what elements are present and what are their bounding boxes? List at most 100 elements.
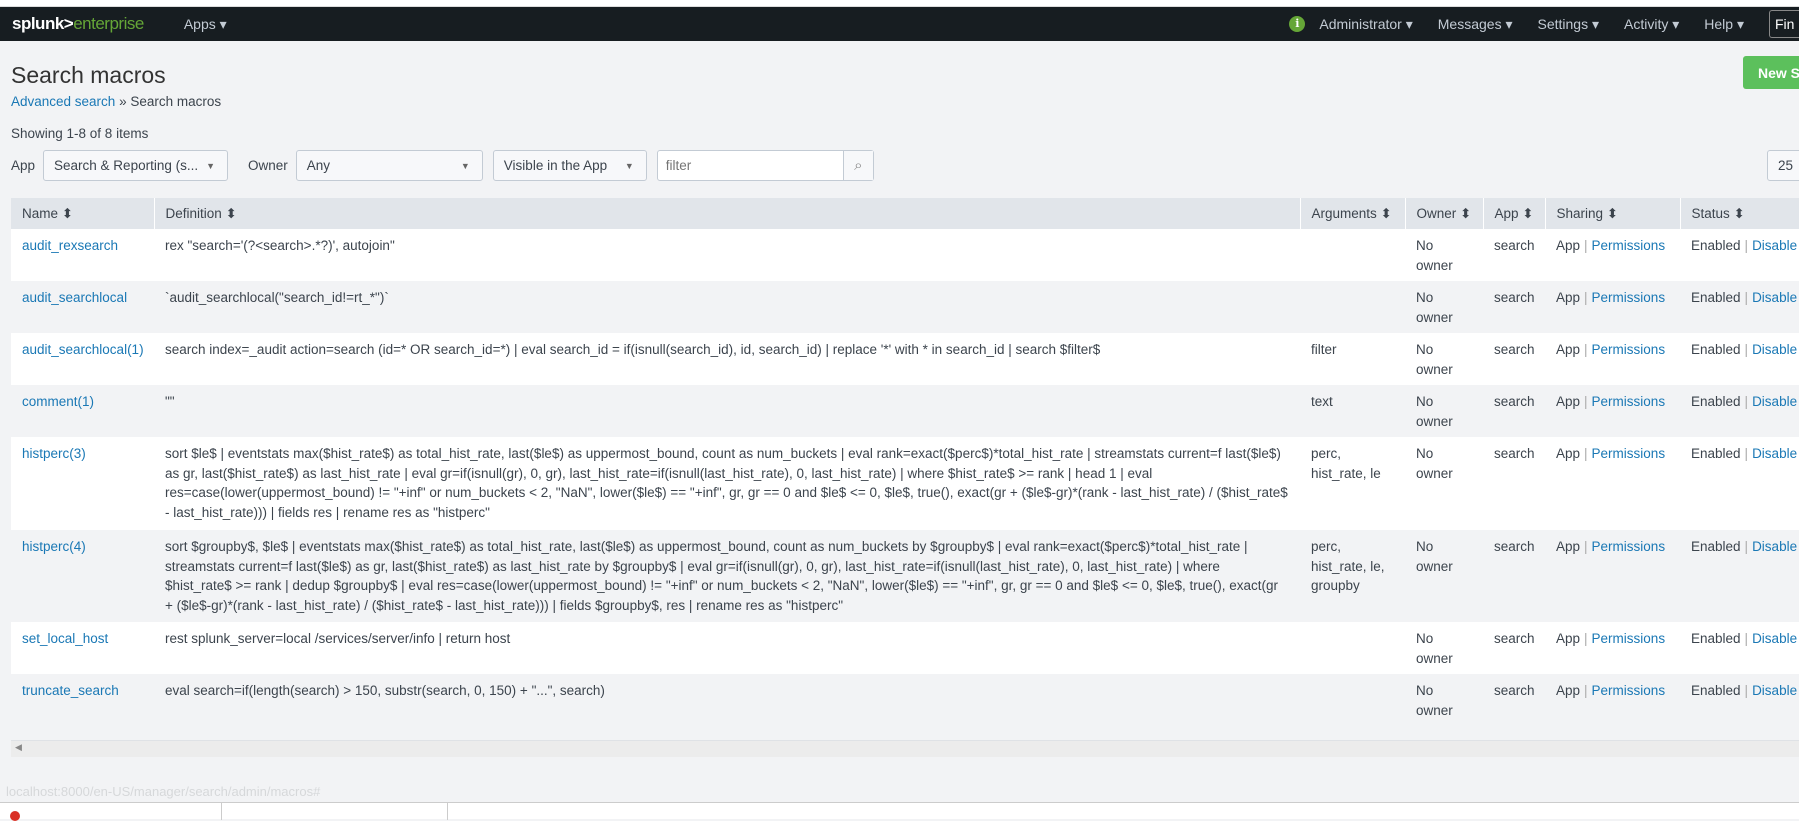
macro-owner: No owner bbox=[1405, 333, 1483, 385]
sharing-value: App bbox=[1556, 446, 1581, 461]
chevron-down-icon: ▼ bbox=[624, 160, 634, 171]
table-row: histperc(4) sort $groupby$, $le$ | events… bbox=[11, 530, 1799, 622]
settings-menu[interactable]: Settings ▾ bbox=[1538, 16, 1600, 33]
divider: | bbox=[1744, 394, 1749, 409]
macro-definition: `audit_searchlocal("search_id!=rt_*")` bbox=[154, 281, 1300, 333]
apps-menu[interactable]: Apps ▾ bbox=[184, 16, 227, 33]
permissions-link[interactable]: Permissions bbox=[1592, 342, 1666, 357]
macro-name-link[interactable]: histperc(3) bbox=[22, 446, 86, 461]
macro-name-link[interactable]: audit_rexsearch bbox=[22, 238, 118, 253]
macro-name-link[interactable]: set_local_host bbox=[22, 631, 108, 646]
macro-arguments: filter bbox=[1300, 333, 1405, 385]
disable-link[interactable]: Disable bbox=[1752, 683, 1797, 698]
help-menu[interactable]: Help ▾ bbox=[1704, 16, 1744, 33]
status-value: Enabled bbox=[1691, 683, 1741, 698]
divider: | bbox=[1584, 446, 1588, 461]
horizontal-scrollbar[interactable]: ◀ bbox=[11, 740, 1799, 757]
scroll-left-icon[interactable]: ◀ bbox=[15, 742, 22, 753]
disable-link[interactable]: Disable bbox=[1752, 446, 1797, 461]
macro-owner: No owner bbox=[1405, 385, 1483, 437]
page-title: Search macros bbox=[11, 62, 166, 88]
taskbar-item[interactable] bbox=[222, 803, 448, 820]
splunk-logo[interactable]: splunk>enterprise bbox=[12, 14, 144, 34]
visibility-select[interactable]: Visible in the App ▼ bbox=[492, 150, 647, 181]
macro-definition: eval search=if(length(search) > 150, sub… bbox=[154, 674, 1300, 726]
column-header-definition[interactable]: Definition ⬍ bbox=[154, 198, 1301, 229]
taskbar-item[interactable] bbox=[0, 803, 222, 821]
new-search-macro-button[interactable]: New Search Macro bbox=[1743, 56, 1799, 89]
filter-input[interactable] bbox=[657, 151, 843, 180]
macro-owner: No owner bbox=[1405, 281, 1483, 333]
divider: | bbox=[1744, 238, 1749, 253]
column-header-arguments[interactable]: Arguments ⬍ bbox=[1300, 198, 1406, 229]
breadcrumb-current: Search macros bbox=[130, 94, 222, 109]
status-value: Enabled bbox=[1691, 394, 1741, 409]
disable-link[interactable]: Disable bbox=[1752, 290, 1797, 305]
disable-link[interactable]: Disable bbox=[1752, 342, 1797, 357]
macro-owner: No owner bbox=[1405, 530, 1483, 622]
column-header-owner[interactable]: Owner ⬍ bbox=[1405, 198, 1484, 229]
permissions-link[interactable]: Permissions bbox=[1592, 238, 1666, 253]
administrator-menu[interactable]: Administrator ▾ bbox=[1319, 16, 1412, 33]
messages-menu[interactable]: Messages ▾ bbox=[1438, 16, 1513, 33]
macro-name-link[interactable]: truncate_search bbox=[22, 683, 119, 698]
macros-table: Name ⬍ Definition ⬍ Arguments ⬍ Owner ⬍ … bbox=[11, 198, 1799, 726]
macro-definition: search index=_audit action=search (id=* … bbox=[154, 333, 1300, 385]
permissions-link[interactable]: Permissions bbox=[1592, 631, 1666, 646]
macro-app: search bbox=[1483, 385, 1545, 437]
table-row: truncate_search eval search=if(length(sea… bbox=[11, 674, 1799, 726]
breadcrumb-advanced-search[interactable]: Advanced search bbox=[11, 94, 115, 109]
breadcrumb: Advanced search » Search macros bbox=[11, 94, 221, 109]
macro-app: search bbox=[1483, 437, 1545, 530]
divider: | bbox=[1744, 290, 1749, 305]
divider: | bbox=[1744, 631, 1749, 646]
permissions-link[interactable]: Permissions bbox=[1592, 539, 1666, 554]
macro-definition: sort $le$ | eventstats max($hist_rate$) … bbox=[154, 437, 1300, 530]
disable-link[interactable]: Disable bbox=[1752, 539, 1797, 554]
macro-name-link[interactable]: audit_searchlocal(1) bbox=[22, 342, 144, 357]
macro-definition: sort $groupby$, $le$ | eventstats max($h… bbox=[154, 530, 1300, 622]
item-count: Showing 1-8 of 8 items bbox=[11, 126, 149, 141]
browser-icon bbox=[10, 811, 20, 821]
divider: | bbox=[1584, 683, 1588, 698]
macro-owner: No owner bbox=[1405, 622, 1483, 674]
per-page-select[interactable]: 25 bbox=[1767, 150, 1799, 181]
status-value: Enabled bbox=[1691, 342, 1741, 357]
app-select[interactable]: Search & Reporting (s... ▼ bbox=[43, 150, 229, 181]
permissions-link[interactable]: Permissions bbox=[1592, 290, 1666, 305]
column-header-status[interactable]: Status ⬍ bbox=[1680, 198, 1799, 229]
macro-owner: No owner bbox=[1405, 229, 1483, 281]
info-icon[interactable]: i bbox=[1289, 16, 1306, 32]
disable-link[interactable]: Disable bbox=[1752, 394, 1797, 409]
find-input[interactable]: Fin bbox=[1769, 10, 1799, 38]
permissions-link[interactable]: Permissions bbox=[1592, 394, 1666, 409]
macro-owner: No owner bbox=[1405, 674, 1483, 726]
sharing-value: App bbox=[1556, 394, 1581, 409]
macro-name-link[interactable]: histperc(4) bbox=[22, 539, 86, 554]
status-value: Enabled bbox=[1691, 631, 1741, 646]
search-icon[interactable]: ⌕ bbox=[842, 151, 873, 180]
macro-app: search bbox=[1483, 530, 1545, 622]
chevron-down-icon: ▼ bbox=[206, 160, 216, 171]
disable-link[interactable]: Disable bbox=[1752, 631, 1797, 646]
column-header-sharing[interactable]: Sharing ⬍ bbox=[1545, 198, 1681, 229]
macro-arguments: text bbox=[1300, 385, 1405, 437]
macro-name-link[interactable]: comment(1) bbox=[22, 394, 94, 409]
status-value: Enabled bbox=[1691, 446, 1741, 461]
divider: | bbox=[1584, 238, 1588, 253]
disable-link[interactable]: Disable bbox=[1752, 238, 1797, 253]
divider: | bbox=[1584, 539, 1588, 554]
column-header-name[interactable]: Name ⬍ bbox=[11, 198, 155, 229]
permissions-link[interactable]: Permissions bbox=[1592, 683, 1666, 698]
divider: | bbox=[1744, 446, 1749, 461]
macro-owner: No owner bbox=[1405, 437, 1483, 530]
macro-name-link[interactable]: audit_searchlocal bbox=[22, 290, 127, 305]
activity-menu[interactable]: Activity ▾ bbox=[1624, 16, 1679, 33]
macro-app: search bbox=[1483, 229, 1545, 281]
permissions-link[interactable]: Permissions bbox=[1592, 446, 1666, 461]
column-header-app[interactable]: App ⬍ bbox=[1483, 198, 1546, 229]
table-row: audit_rexsearch rex "search='(?<search>.*… bbox=[11, 229, 1799, 281]
filter-bar: App Search & Reporting (s... ▼ Owner Any ▼… bbox=[11, 150, 874, 181]
sharing-value: App bbox=[1556, 683, 1581, 698]
owner-select[interactable]: Any ▼ bbox=[295, 150, 483, 181]
